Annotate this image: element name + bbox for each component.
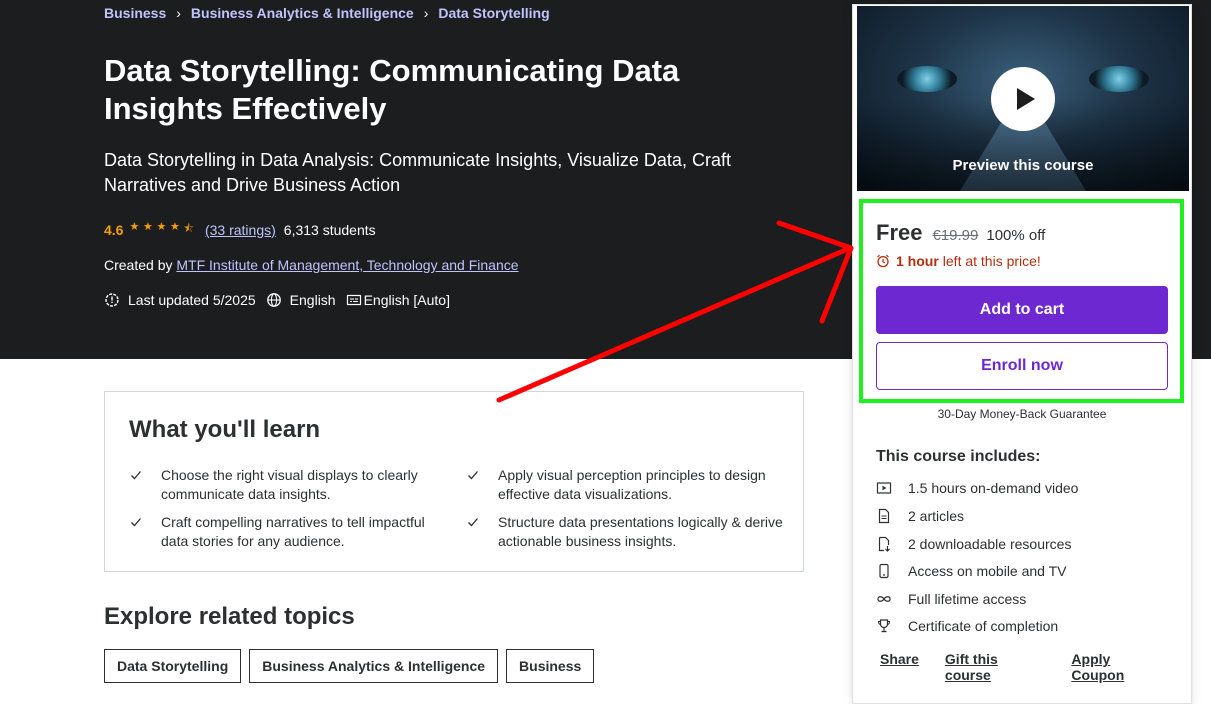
chevron-right-icon: › bbox=[176, 5, 181, 21]
sidebar-links: Share Gift this course Apply Coupon bbox=[880, 651, 1191, 683]
highlight-frame bbox=[859, 199, 1184, 403]
breadcrumb: Business › Business Analytics & Intellig… bbox=[104, 5, 550, 21]
chevron-right-icon: › bbox=[423, 5, 429, 21]
learn-item: Craft compelling narratives to tell impa… bbox=[131, 513, 451, 551]
purchase-sidebar: Preview this course Free €19.99 100% off… bbox=[852, 4, 1192, 704]
star-icon: ★ bbox=[142, 221, 153, 233]
share-link[interactable]: Share bbox=[880, 651, 919, 683]
captions: English [Auto] bbox=[346, 292, 450, 308]
language: English bbox=[266, 292, 336, 308]
article-icon bbox=[878, 508, 890, 524]
course-subtitle: Data Storytelling in Data Analysis: Comm… bbox=[104, 150, 731, 195]
play-icon bbox=[1016, 88, 1035, 110]
related-topics: Data Storytelling Business Analytics & I… bbox=[104, 649, 602, 683]
star-icon: ★ bbox=[156, 221, 167, 233]
apply-coupon-link[interactable]: Apply Coupon bbox=[1071, 651, 1165, 683]
students-count: 6,313 students bbox=[283, 221, 376, 238]
star-rating: ★ ★ ★ ★ ⯪ bbox=[129, 220, 197, 239]
half-star-icon: ⯪ bbox=[183, 223, 194, 235]
alert-badge-icon bbox=[105, 293, 119, 307]
preview-image-eye bbox=[1089, 66, 1149, 92]
topic-business[interactable]: Business bbox=[506, 649, 595, 683]
include-item: 2 articles bbox=[876, 508, 964, 524]
course-meta: Last updated 5/2025 English English [Aut… bbox=[104, 292, 460, 308]
ratings-count-link[interactable]: (33 ratings) bbox=[205, 222, 276, 238]
include-item: Full lifetime access bbox=[876, 591, 1026, 607]
download-icon bbox=[878, 536, 890, 552]
include-item: Access on mobile and TV bbox=[876, 563, 1067, 579]
created-by: Created by MTF Institute of Management, … bbox=[104, 257, 519, 273]
mobile-icon bbox=[879, 563, 889, 579]
include-item: 2 downloadable resources bbox=[876, 536, 1071, 552]
learn-item: Apply visual perception principles to de… bbox=[468, 466, 788, 504]
video-icon bbox=[876, 482, 892, 494]
topic-business-analytics[interactable]: Business Analytics & Intelligence bbox=[249, 649, 499, 683]
include-item: 1.5 hours on-demand video bbox=[876, 480, 1078, 496]
created-by-label: Created by bbox=[104, 257, 173, 273]
check-icon bbox=[131, 471, 141, 480]
course-title: Data Storytelling: Communicating Data In… bbox=[104, 53, 680, 126]
instructor-link[interactable]: MTF Institute of Management, Technology … bbox=[176, 257, 518, 273]
closed-captions-icon bbox=[346, 294, 361, 306]
explore-topics-title: Explore related topics bbox=[104, 603, 355, 630]
topic-data-storytelling[interactable]: Data Storytelling bbox=[104, 649, 242, 683]
trophy-icon bbox=[877, 619, 891, 633]
check-icon bbox=[131, 518, 141, 527]
what-you-learn-title: What you'll learn bbox=[129, 416, 321, 443]
star-icon: ★ bbox=[129, 221, 140, 233]
infinity-icon bbox=[877, 596, 891, 602]
play-button[interactable] bbox=[991, 67, 1055, 131]
includes-title: This course includes: bbox=[876, 448, 1041, 465]
preview-label[interactable]: Preview this course bbox=[857, 157, 1189, 174]
include-item: Certificate of completion bbox=[876, 618, 1058, 634]
check-icon bbox=[468, 518, 478, 527]
last-updated: Last updated 5/2025 bbox=[104, 292, 256, 308]
globe-icon bbox=[266, 293, 281, 307]
course-preview[interactable]: Preview this course bbox=[857, 6, 1189, 191]
rating-row: 4.6 ★ ★ ★ ★ ⯪ (33 ratings) 6,313 student… bbox=[104, 220, 376, 239]
check-icon bbox=[468, 471, 478, 480]
money-back-guarantee: 30-Day Money-Back Guarantee bbox=[937, 407, 1107, 421]
breadcrumb-business[interactable]: Business bbox=[104, 5, 166, 21]
star-icon: ★ bbox=[169, 221, 180, 233]
learn-item: Choose the right visual displays to clea… bbox=[131, 466, 451, 504]
preview-image-eye bbox=[897, 66, 957, 92]
breadcrumb-business-analytics[interactable]: Business Analytics & Intelligence bbox=[191, 5, 414, 21]
gift-course-link[interactable]: Gift this course bbox=[945, 651, 1045, 683]
breadcrumb-data-storytelling[interactable]: Data Storytelling bbox=[438, 5, 549, 21]
what-you-learn-box: What you'll learn Choose the right visua… bbox=[104, 391, 804, 572]
learn-item: Structure data presentations logically &… bbox=[468, 513, 788, 551]
rating-value: 4.6 bbox=[104, 221, 124, 238]
